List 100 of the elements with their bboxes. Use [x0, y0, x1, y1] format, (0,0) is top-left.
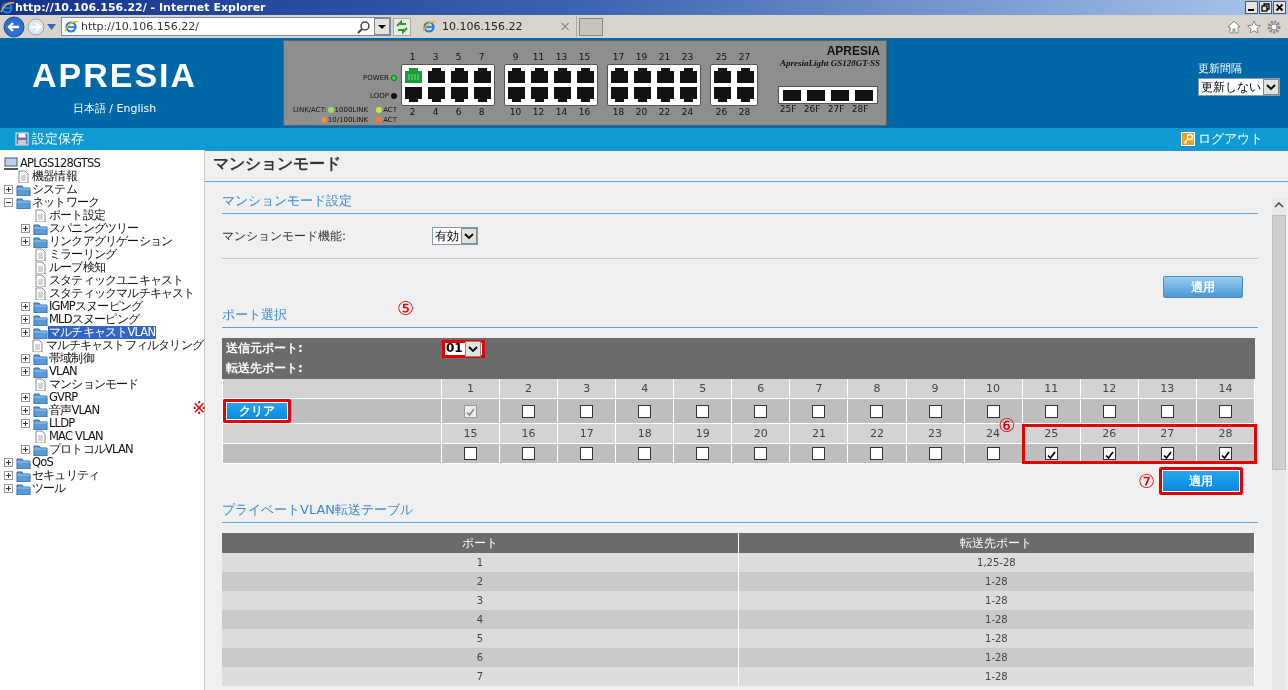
minimize-button[interactable] — [1245, 1, 1258, 14]
section-heading: マンションモード設定 — [222, 193, 352, 209]
collapse-icon[interactable] — [4, 198, 13, 207]
checkbox[interactable] — [812, 404, 826, 418]
mode-dropdown[interactable]: 有効 — [432, 227, 478, 245]
port-number: 1 — [467, 381, 475, 395]
tree-item[interactable]: IGMPスヌーピング — [48, 300, 144, 313]
tree-item[interactable]: リンクアグリゲーション — [48, 235, 174, 248]
tree-item[interactable]: 機器情報 — [31, 170, 78, 183]
checkbox[interactable] — [870, 447, 884, 461]
port-number: 7 — [477, 51, 486, 64]
checkbox[interactable] — [696, 447, 710, 461]
port-number: 9 — [511, 51, 520, 64]
checkbox[interactable] — [580, 447, 594, 461]
expand-icon[interactable] — [21, 354, 30, 363]
table-cell: 1-28 — [985, 670, 1008, 682]
checkbox[interactable] — [928, 447, 942, 461]
port-number: 9 — [931, 381, 939, 395]
expand-icon[interactable] — [4, 458, 13, 467]
tree-item[interactable]: QoS — [31, 456, 54, 469]
favorites-icon[interactable] — [1247, 19, 1261, 34]
tree-item[interactable]: スタティックマルチキャスト — [48, 287, 196, 300]
tree-item[interactable]: マルチキャストVLAN — [48, 326, 157, 339]
checkbox[interactable] — [638, 404, 652, 418]
tree-item[interactable]: プロトコルVLAN — [48, 443, 134, 456]
tree-item[interactable]: MAC VLAN — [48, 430, 104, 443]
check-icon — [1045, 449, 1057, 461]
checkbox[interactable] — [522, 447, 536, 461]
tree-item[interactable]: システム — [31, 183, 78, 196]
folder-icon — [16, 482, 31, 495]
checkbox[interactable] — [754, 404, 768, 418]
checkbox[interactable] — [1218, 404, 1232, 418]
tree-item[interactable]: APLGS128GTSS — [19, 157, 101, 170]
tree-item[interactable]: マンションモード — [48, 378, 140, 391]
folder-icon — [33, 417, 48, 430]
checkbox[interactable] — [754, 447, 768, 461]
tree-item[interactable]: 音声VLAN — [48, 404, 101, 417]
checkbox[interactable] — [1044, 447, 1058, 461]
folder-icon — [33, 443, 48, 456]
tree-item[interactable]: ポート設定 — [48, 209, 106, 222]
tree-item[interactable]: LLDP — [48, 417, 76, 430]
tree-item[interactable]: ネットワーク — [31, 196, 101, 209]
expand-icon[interactable] — [21, 224, 30, 233]
port-number: 26 — [714, 106, 729, 119]
expand-icon[interactable] — [21, 393, 30, 402]
close-button[interactable] — [1273, 1, 1286, 14]
address-field[interactable]: http://10.106.156.22/ — [61, 17, 391, 36]
expand-icon[interactable] — [4, 471, 13, 480]
refresh-dropdown[interactable]: 更新しない — [1198, 78, 1280, 97]
tree-item[interactable]: マルチキャストフィルタリング — [45, 339, 204, 352]
tree-item[interactable]: ミラーリング — [48, 248, 118, 261]
tree-item[interactable]: GVRP — [48, 391, 79, 404]
checkbox[interactable] — [812, 447, 826, 461]
checkbox[interactable] — [928, 404, 942, 418]
expand-icon[interactable] — [21, 367, 30, 376]
tree-item[interactable]: ツール — [31, 482, 67, 495]
checkbox[interactable] — [464, 447, 478, 461]
scrollbar[interactable] — [1272, 198, 1286, 690]
expand-icon[interactable] — [21, 302, 30, 311]
expand-icon[interactable] — [4, 185, 13, 194]
checkbox[interactable] — [696, 404, 710, 418]
restore-button[interactable] — [1259, 1, 1272, 14]
checkbox[interactable] — [638, 447, 652, 461]
checkbox[interactable] — [986, 404, 1000, 418]
scroll-thumb[interactable] — [1272, 215, 1286, 470]
settings-icon[interactable] — [1267, 19, 1281, 34]
checkbox[interactable] — [1160, 404, 1174, 418]
tree-item[interactable]: スタティックユニキャスト — [48, 274, 185, 287]
tree-item[interactable]: VLAN — [48, 365, 78, 378]
expand-icon[interactable] — [21, 315, 30, 324]
source-port-dropdown[interactable]: 01 — [442, 339, 485, 358]
checkbox[interactable] — [870, 404, 884, 418]
tree-item[interactable]: セキュリティ — [31, 469, 101, 482]
tree-item[interactable]: スパニングツリー — [48, 222, 140, 235]
home-icon[interactable] — [1227, 19, 1241, 34]
dropdown-button[interactable] — [374, 18, 390, 35]
expand-icon[interactable] — [21, 237, 30, 246]
expand-icon[interactable] — [4, 484, 13, 493]
expand-icon[interactable] — [21, 328, 30, 337]
back-button[interactable] — [3, 15, 25, 38]
checkbox[interactable] — [1218, 447, 1232, 461]
port-number: 4 — [431, 106, 440, 119]
expand-icon[interactable] — [21, 419, 30, 428]
checkbox[interactable] — [986, 447, 1000, 461]
expand-icon[interactable] — [21, 406, 30, 415]
browser-tab[interactable]: 10.106.156.22 × — [417, 16, 577, 37]
checkbox[interactable] — [1160, 447, 1174, 461]
tree-item[interactable]: 帯域制御 — [48, 352, 95, 365]
dropdown-icon[interactable] — [47, 23, 56, 30]
tree-item[interactable]: MLDスヌーピング — [48, 313, 140, 326]
checkbox[interactable] — [1102, 404, 1116, 418]
expand-icon[interactable] — [21, 445, 30, 454]
tree-item[interactable]: ループ検知 — [48, 261, 106, 274]
search-icon[interactable] — [357, 19, 371, 34]
language-link[interactable]: 日本語 / English — [72, 102, 157, 116]
checkbox[interactable] — [1044, 404, 1058, 418]
checkbox[interactable] — [522, 404, 536, 418]
save-icon[interactable] — [15, 132, 29, 146]
checkbox[interactable] — [1102, 447, 1116, 461]
checkbox[interactable] — [580, 404, 594, 418]
